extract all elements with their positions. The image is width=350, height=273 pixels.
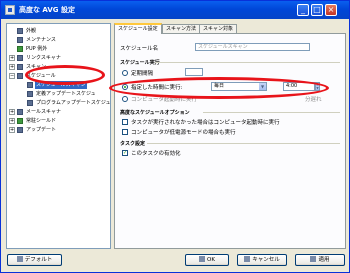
default-button[interactable]: デフォルト [7, 254, 62, 266]
section-divider [155, 62, 340, 63]
highlight-ellipse-time [109, 77, 329, 99]
maximize-button[interactable]: □ [311, 4, 323, 16]
on-startup-radio[interactable] [122, 96, 128, 102]
clock-icon [27, 91, 33, 97]
settings-panel: スケジュール名 スケジュールスキャン スケジュール実行 定期間隔 指定した時間に… [114, 33, 346, 249]
window-title: 高度な AVG 設定 [19, 6, 75, 14]
expand-icon[interactable]: + [9, 118, 15, 124]
advanced-options-header: 高度なスケジュールオプション [120, 110, 190, 116]
section-divider [147, 143, 340, 144]
gear-icon [17, 37, 23, 43]
expand-icon[interactable]: + [9, 64, 15, 70]
run-section-header: スケジュール実行 [120, 60, 160, 66]
calendar-icon [17, 73, 23, 79]
clock-icon [27, 100, 33, 106]
delay-unit-label: 分遅れ [305, 97, 322, 103]
highlight-ellipse-tree [25, 65, 105, 85]
ok-icon [199, 256, 206, 262]
low-power-label: コンピュータが低電源モードの場合も実行 [131, 130, 236, 136]
settings-window: 高度な AVG 設定 _ □ × 外観 メンテナンス PUP 例外 + リンクス… [0, 0, 350, 273]
expand-icon[interactable]: + [9, 109, 15, 115]
interval-label: 定期間隔 [131, 71, 154, 77]
scan-icon [17, 64, 23, 70]
enable-task-checkbox[interactable]: ✓ [122, 150, 128, 156]
enable-task-label: このタスクの有効化 [131, 151, 181, 157]
reset-icon [16, 256, 23, 262]
tab-strip: スケジュール設定 スキャン方法 スキャン対象 [114, 23, 346, 34]
title-bar[interactable]: 高度な AVG 設定 _ □ × [1, 1, 349, 19]
apply-icon [310, 256, 317, 262]
tab-scan-target[interactable]: スキャン対象 [199, 24, 238, 33]
task-settings-header: タスク設定 [120, 141, 146, 147]
schedule-name-field[interactable]: スケジュールスキャン [195, 43, 310, 51]
link-icon [17, 55, 23, 61]
close-button[interactable]: × [325, 4, 337, 16]
expand-icon[interactable]: + [9, 55, 15, 61]
apply-button[interactable]: 適用 [295, 254, 345, 266]
update-icon [17, 127, 23, 133]
low-power-checkbox[interactable] [122, 129, 128, 135]
expand-icon[interactable]: + [9, 127, 15, 133]
missed-task-label: タスクが実行されなかった場合はコンピュータ起動時に実行 [131, 120, 280, 126]
clock-icon [27, 82, 33, 88]
shield-icon [17, 118, 23, 124]
minimize-button[interactable]: _ [297, 4, 309, 16]
app-icon [5, 5, 15, 15]
interval-field[interactable] [185, 68, 203, 76]
ok-button[interactable]: OK [185, 254, 229, 266]
tab-scan-method[interactable]: スキャン方法 [162, 24, 201, 33]
schedule-name-label: スケジュール名 [120, 46, 159, 52]
mail-icon [17, 109, 23, 115]
cancel-icon [244, 256, 251, 262]
interval-radio[interactable] [122, 70, 128, 76]
settings-tree: 外観 メンテナンス PUP 例外 + リンクスキャナ + スキャン − スケジュ… [6, 23, 111, 249]
tab-schedule-settings[interactable]: スケジュール設定 [114, 23, 162, 34]
missed-task-checkbox[interactable] [122, 119, 128, 125]
shield-icon [17, 46, 23, 52]
collapse-icon[interactable]: − [9, 73, 15, 79]
monitor-icon [17, 28, 23, 34]
section-divider [203, 112, 340, 113]
cancel-button[interactable]: キャンセル [237, 254, 287, 266]
